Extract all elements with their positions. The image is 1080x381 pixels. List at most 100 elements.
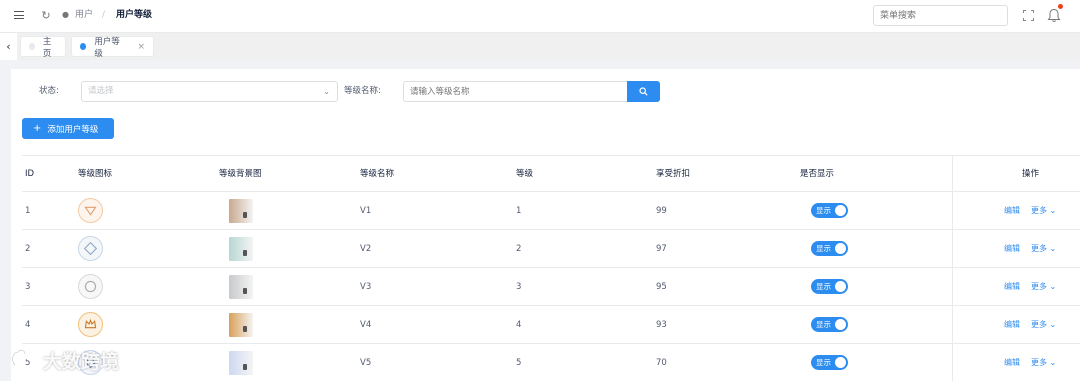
cell-level: 3 bbox=[516, 282, 522, 292]
bell-icon[interactable] bbox=[1047, 8, 1061, 23]
col-id: ID bbox=[25, 169, 35, 179]
col-bg-image: 等级背景图 bbox=[219, 169, 262, 179]
level-badge-icon bbox=[78, 198, 103, 223]
tab-dot-active bbox=[80, 43, 87, 50]
cell-level: 1 bbox=[516, 206, 522, 216]
level-name-input[interactable] bbox=[403, 81, 627, 102]
add-button-label: 添加用户等级 bbox=[47, 124, 99, 135]
toggle-knob bbox=[835, 205, 846, 216]
user-icon: ● bbox=[62, 10, 69, 19]
cell-level: 2 bbox=[516, 244, 522, 254]
cell-id: 2 bbox=[25, 244, 31, 254]
toggle-label: 显示 bbox=[816, 358, 831, 367]
more-dropdown[interactable]: 更多 ⌄ bbox=[1031, 357, 1056, 369]
search-button[interactable] bbox=[627, 81, 660, 102]
cell-id: 4 bbox=[25, 320, 31, 330]
col-actions: 操作 bbox=[1022, 169, 1040, 179]
tab-home-label: 主页 bbox=[42, 36, 52, 59]
level-badge-icon bbox=[78, 312, 103, 337]
level-background-image bbox=[229, 275, 253, 299]
col-show: 是否显示 bbox=[800, 169, 835, 179]
cell-discount: 99 bbox=[656, 206, 667, 216]
show-toggle[interactable]: 显示 bbox=[811, 279, 848, 294]
toggle-label: 显示 bbox=[816, 244, 831, 253]
cell-discount: 95 bbox=[656, 282, 667, 292]
tab-bar: ‹ 主页 用户等级 × bbox=[0, 32, 1080, 60]
refresh-icon[interactable]: ↻ bbox=[40, 9, 52, 22]
toggle-knob bbox=[835, 243, 846, 254]
table-row: 3 V3 3 95 显示 编辑 更多 ⌄ bbox=[22, 268, 1080, 306]
toggle-label: 显示 bbox=[816, 206, 831, 215]
col-level-icon: 等级图标 bbox=[78, 169, 113, 179]
toggle-knob bbox=[835, 281, 846, 292]
chevron-down-icon: ⌄ bbox=[323, 87, 330, 96]
cell-discount: 97 bbox=[656, 244, 667, 254]
status-select[interactable]: 请选择 ⌄ bbox=[81, 81, 338, 102]
plus-icon: + bbox=[33, 123, 42, 134]
cell-level-name: V3 bbox=[360, 282, 372, 292]
cell-level-name: V1 bbox=[360, 206, 372, 216]
col-level-name: 等级名称 bbox=[360, 169, 395, 179]
level-badge-icon bbox=[78, 350, 103, 375]
level-background-image bbox=[229, 237, 253, 261]
table-row: 1 V1 1 99 显示 编辑 更多 ⌄ bbox=[22, 192, 1080, 230]
more-dropdown[interactable]: 更多 ⌄ bbox=[1031, 319, 1056, 331]
toggle-knob bbox=[835, 357, 846, 368]
show-toggle[interactable]: 显示 bbox=[811, 203, 848, 218]
edit-link[interactable]: 编辑 bbox=[1004, 243, 1020, 255]
tab-home[interactable]: 主页 bbox=[20, 36, 66, 59]
breadcrumb-separator: / bbox=[102, 10, 106, 20]
tab-dot bbox=[29, 43, 35, 50]
tab-level-label: 用户等级 bbox=[94, 36, 120, 59]
edit-link[interactable]: 编辑 bbox=[1004, 357, 1020, 369]
cell-level-name: V4 bbox=[360, 320, 372, 330]
level-background-image bbox=[229, 351, 253, 375]
chevron-left-icon[interactable]: ‹ bbox=[0, 33, 17, 60]
level-name-label: 等级名称: bbox=[344, 86, 381, 96]
table-row: 2 V2 2 97 显示 编辑 更多 ⌄ bbox=[22, 230, 1080, 268]
col-level: 等级 bbox=[516, 169, 534, 179]
status-label: 状态: bbox=[39, 86, 59, 96]
cell-level-name: V2 bbox=[360, 244, 372, 254]
fullscreen-icon[interactable] bbox=[1023, 10, 1034, 21]
edit-link[interactable]: 编辑 bbox=[1004, 319, 1020, 331]
col-discount: 享受折扣 bbox=[656, 169, 691, 179]
top-header: ↻ ● 用户 / 用户等级 bbox=[0, 0, 1080, 32]
cell-id: 3 bbox=[25, 282, 31, 292]
show-toggle[interactable]: 显示 bbox=[811, 241, 848, 256]
add-user-level-button[interactable]: + 添加用户等级 bbox=[22, 118, 114, 139]
toggle-label: 显示 bbox=[816, 282, 831, 291]
cell-level: 4 bbox=[516, 320, 522, 330]
edit-link[interactable]: 编辑 bbox=[1004, 281, 1020, 293]
level-background-image bbox=[229, 199, 253, 223]
more-dropdown[interactable]: 更多 ⌄ bbox=[1031, 281, 1056, 293]
menu-toggle-icon[interactable] bbox=[13, 9, 25, 21]
show-toggle[interactable]: 显示 bbox=[811, 317, 848, 332]
level-badge-icon bbox=[78, 236, 103, 261]
cell-id: 5 bbox=[25, 358, 31, 368]
more-dropdown[interactable]: 更多 ⌄ bbox=[1031, 205, 1056, 217]
toggle-label: 显示 bbox=[816, 320, 831, 329]
level-badge-icon bbox=[78, 274, 103, 299]
search-icon bbox=[639, 87, 648, 96]
edit-link[interactable]: 编辑 bbox=[1004, 205, 1020, 217]
show-toggle[interactable]: 显示 bbox=[811, 355, 848, 370]
close-icon[interactable]: × bbox=[137, 42, 145, 52]
table-row: 5 V5 5 70 显示 编辑 更多 ⌄ bbox=[22, 344, 1080, 381]
cell-level-name: V5 bbox=[360, 358, 372, 368]
table-row: 4 V4 4 93 显示 编辑 更多 ⌄ bbox=[22, 306, 1080, 344]
breadcrumb-current: 用户等级 bbox=[116, 10, 153, 20]
notification-dot bbox=[1058, 4, 1063, 9]
table-header: ID 等级图标 等级背景图 等级名称 等级 享受折扣 是否显示 操作 bbox=[22, 155, 1080, 192]
level-background-image bbox=[229, 313, 253, 337]
status-placeholder: 请选择 bbox=[88, 86, 114, 96]
cell-level: 5 bbox=[516, 358, 522, 368]
cell-discount: 70 bbox=[656, 358, 667, 368]
breadcrumb-parent[interactable]: 用户 bbox=[75, 9, 93, 21]
tab-user-level[interactable]: 用户等级 × bbox=[71, 36, 154, 59]
more-dropdown[interactable]: 更多 ⌄ bbox=[1031, 243, 1056, 255]
main-card: 状态: 请选择 ⌄ 等级名称: + 添加用户等级 ID 等级图标 等级背景图 等… bbox=[11, 69, 1080, 381]
toggle-knob bbox=[835, 319, 846, 330]
cell-discount: 93 bbox=[656, 320, 667, 330]
menu-search-input[interactable] bbox=[873, 5, 1008, 26]
